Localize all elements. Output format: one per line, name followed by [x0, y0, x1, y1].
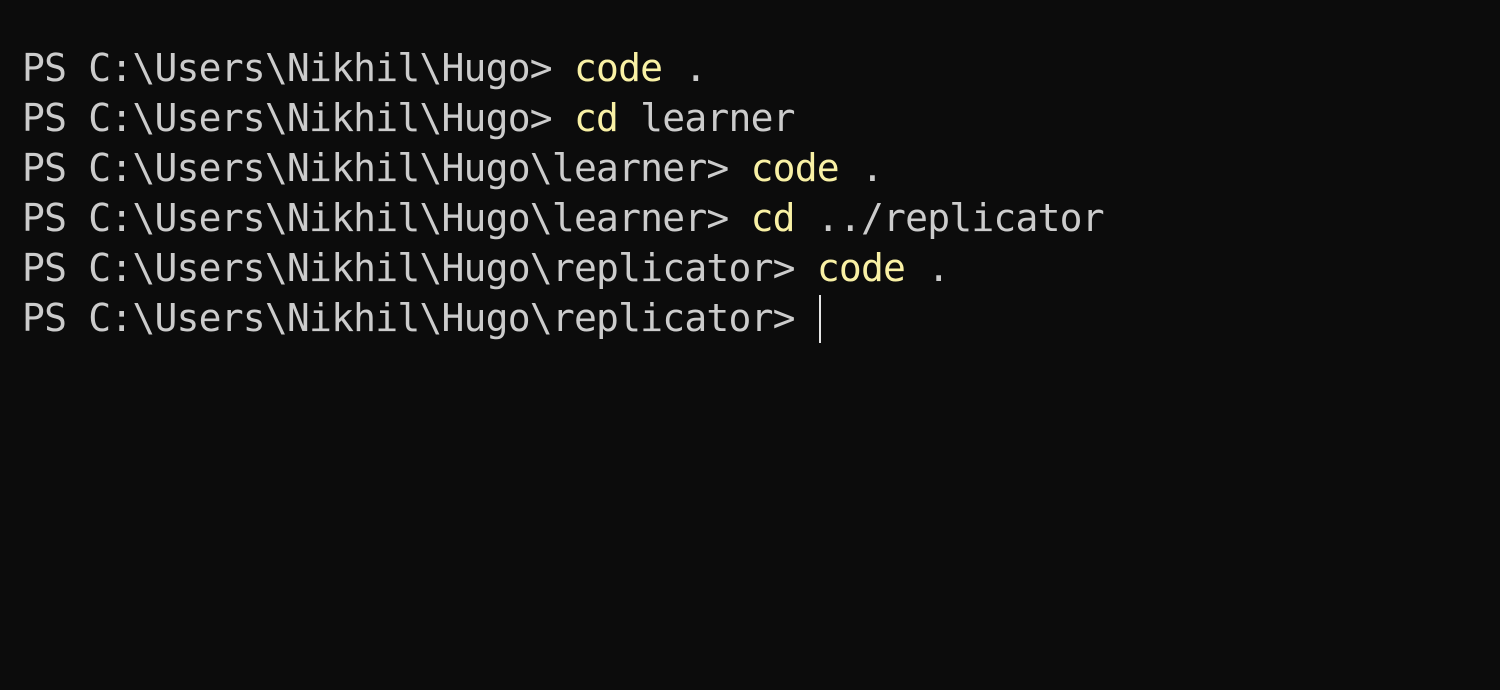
command: cd [750, 196, 796, 240]
terminal-line: PS C:\Users\Nikhil\Hugo> code . [22, 43, 1500, 93]
command: cd [573, 96, 619, 140]
prompt: PS C:\Users\Nikhil\Hugo> [22, 96, 574, 140]
command: code [573, 46, 663, 90]
command: code [750, 146, 840, 190]
command-args: ../replicator [794, 196, 1105, 240]
prompt: PS C:\Users\Nikhil\Hugo\learner> [22, 196, 751, 240]
prompt: PS C:\Users\Nikhil\Hugo\replicator> [22, 296, 817, 340]
command-args: . [905, 246, 950, 290]
prompt: PS C:\Users\Nikhil\Hugo> [22, 46, 574, 90]
terminal-window[interactable]: PS C:\Users\Nikhil\Hugo> code . PS C:\Us… [0, 0, 1500, 690]
prompt: PS C:\Users\Nikhil\Hugo\replicator> [22, 246, 817, 290]
terminal-input-line[interactable]: PS C:\Users\Nikhil\Hugo\replicator> [22, 293, 1500, 343]
command: code [816, 246, 906, 290]
terminal-line: PS C:\Users\Nikhil\Hugo\learner> cd ../r… [22, 193, 1500, 243]
command-args: . [838, 146, 884, 190]
terminal-line: PS C:\Users\Nikhil\Hugo\replicator> code… [22, 243, 1500, 293]
command-args: learner [618, 96, 795, 140]
prompt: PS C:\Users\Nikhil\Hugo\learner> [22, 146, 751, 190]
text-cursor [818, 294, 821, 343]
terminal-line: PS C:\Users\Nikhil\Hugo> cd learner [22, 93, 1500, 143]
terminal-line: PS C:\Users\Nikhil\Hugo\learner> code . [22, 143, 1500, 193]
command-args: . [662, 46, 707, 90]
